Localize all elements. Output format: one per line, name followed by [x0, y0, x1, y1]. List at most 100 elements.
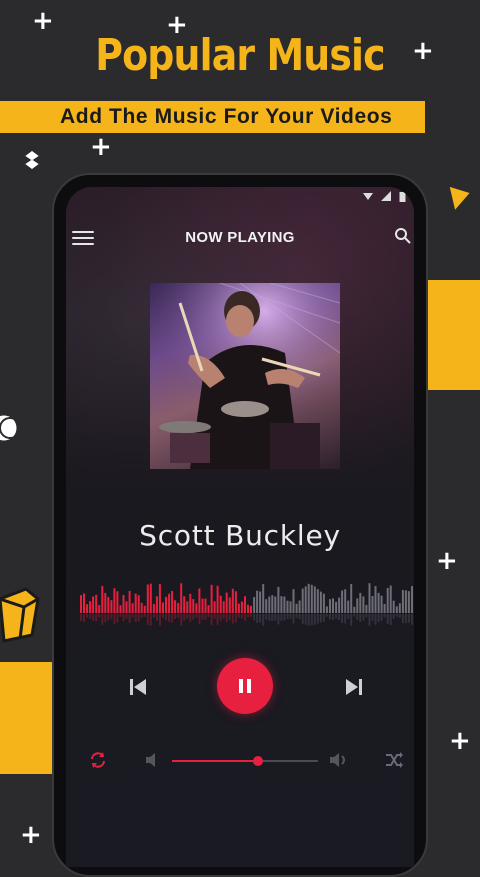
- waveform-bar-reflection: [80, 614, 82, 622]
- waveform-bar-reflection: [250, 614, 252, 617]
- shuffle-icon[interactable]: [384, 750, 404, 770]
- waveform-bar-reflection: [401, 614, 404, 624]
- waveform-bar-reflection: [389, 614, 392, 625]
- waveform-bar-reflection: [219, 614, 222, 621]
- album-art: [150, 283, 340, 469]
- volume-slider-thumb[interactable]: [253, 756, 264, 766]
- waveform-bar: [401, 590, 404, 613]
- waveform-bar: [332, 598, 334, 613]
- waveform-bar-reflection: [158, 614, 161, 626]
- waveform-bar-reflection: [204, 614, 207, 620]
- waveform-bar-reflection: [119, 614, 122, 618]
- waveform-bar: [280, 596, 283, 613]
- waveform-bar-reflection: [247, 614, 249, 618]
- waveform-bar-reflection: [304, 614, 307, 625]
- waveform-bar: [186, 601, 189, 613]
- waveform-bar-reflection: [201, 614, 204, 620]
- waveform-bar-reflection: [143, 614, 146, 617]
- waveform-bar-reflection: [152, 614, 155, 618]
- waveform-bar: [353, 606, 356, 613]
- waveform-bar: [256, 590, 259, 613]
- waveform-bar: [128, 590, 131, 613]
- waveform-bar-reflection: [344, 614, 347, 624]
- waveform-bar-reflection: [162, 614, 164, 619]
- waveform-bar: [125, 601, 128, 613]
- waveform-bar-reflection: [268, 614, 271, 621]
- promo-title: Popular Music: [95, 30, 385, 81]
- decor-circle-icon: [0, 412, 21, 444]
- waveform-bar-reflection: [368, 614, 371, 626]
- waveform-bar: [192, 599, 195, 613]
- waveform-bar: [210, 584, 213, 613]
- waveform-bar-reflection: [265, 614, 268, 620]
- waveform-bar-reflection: [350, 614, 353, 626]
- waveform-bar: [313, 586, 316, 613]
- waveform-bar-reflection: [177, 614, 180, 618]
- waveform-bar: [101, 585, 104, 613]
- waveform-bar-reflection: [125, 614, 128, 619]
- waveform-bar: [329, 599, 331, 613]
- search-icon[interactable]: [394, 227, 412, 245]
- waveform-bar-reflection: [338, 614, 341, 621]
- waveform-bar-reflection: [301, 614, 304, 624]
- waveform-bar: [319, 591, 322, 613]
- waveform-seekbar[interactable]: [80, 583, 414, 629]
- waveform-bar: [250, 605, 252, 613]
- waveform-bar: [104, 592, 107, 613]
- waveform-bar: [174, 600, 177, 613]
- volume-slider[interactable]: [172, 756, 318, 766]
- waveform-bar-reflection: [195, 614, 198, 618]
- waveform-bar: [247, 604, 249, 613]
- waveform-bar: [362, 596, 365, 613]
- waveform-bar-reflection: [322, 614, 325, 622]
- waveform-bar: [113, 588, 116, 613]
- waveform-bar-reflection: [213, 614, 216, 619]
- waveform-bar-reflection: [280, 614, 283, 621]
- waveform-bar-reflection: [83, 614, 85, 622]
- waveform-bar-reflection: [146, 614, 149, 626]
- waveform-bar: [347, 600, 350, 613]
- wifi-icon: [363, 193, 373, 200]
- volume-slider-fill: [172, 760, 259, 762]
- waveform-bar-reflection: [347, 614, 350, 619]
- decor-plus-icon: +: [449, 726, 471, 756]
- waveform-bar-reflection: [95, 614, 98, 622]
- waveform-bar-reflection: [395, 614, 398, 617]
- waveform-bar-reflection: [225, 614, 228, 623]
- skip-previous-icon[interactable]: [126, 675, 150, 699]
- waveform-bar: [286, 600, 289, 613]
- waveform-bar: [116, 591, 119, 613]
- waveform-bar: [325, 606, 328, 613]
- waveform-bar: [344, 589, 347, 613]
- waveform-bar: [377, 592, 380, 613]
- waveform-bar: [95, 594, 98, 613]
- waveform-bar-reflection: [359, 614, 362, 622]
- waveform-bar: [189, 593, 192, 613]
- waveform-bar-reflection: [171, 614, 174, 623]
- waveform-bar: [86, 604, 89, 613]
- waveform-bar: [295, 603, 298, 613]
- waveform-bar-reflection: [262, 614, 265, 626]
- skip-next-icon[interactable]: [342, 675, 366, 699]
- waveform-bar: [307, 583, 310, 613]
- status-bar: [363, 187, 406, 205]
- repeat-icon[interactable]: [88, 750, 108, 770]
- waveform-bar-reflection: [168, 614, 171, 622]
- waveform-bar-reflection: [92, 614, 95, 621]
- decor-plus-icon: +: [90, 132, 112, 162]
- decor-plus-icon: +: [436, 546, 458, 576]
- waveform-bar: [265, 599, 268, 613]
- waveform-bar-reflection: [362, 614, 365, 621]
- waveform-bar: [195, 603, 198, 613]
- waveform-bar-reflection: [310, 614, 313, 626]
- waveform-bar: [158, 584, 161, 613]
- waveform-bar-reflection: [165, 614, 167, 621]
- waveform-bar: [395, 606, 398, 613]
- waveform-bar: [289, 601, 292, 613]
- play-pause-button[interactable]: [217, 658, 273, 714]
- waveform-bar: [398, 603, 401, 613]
- waveform-bar: [222, 601, 225, 613]
- waveform-bar: [162, 602, 164, 613]
- waveform-bar-reflection: [89, 614, 92, 619]
- waveform-bar: [80, 595, 82, 613]
